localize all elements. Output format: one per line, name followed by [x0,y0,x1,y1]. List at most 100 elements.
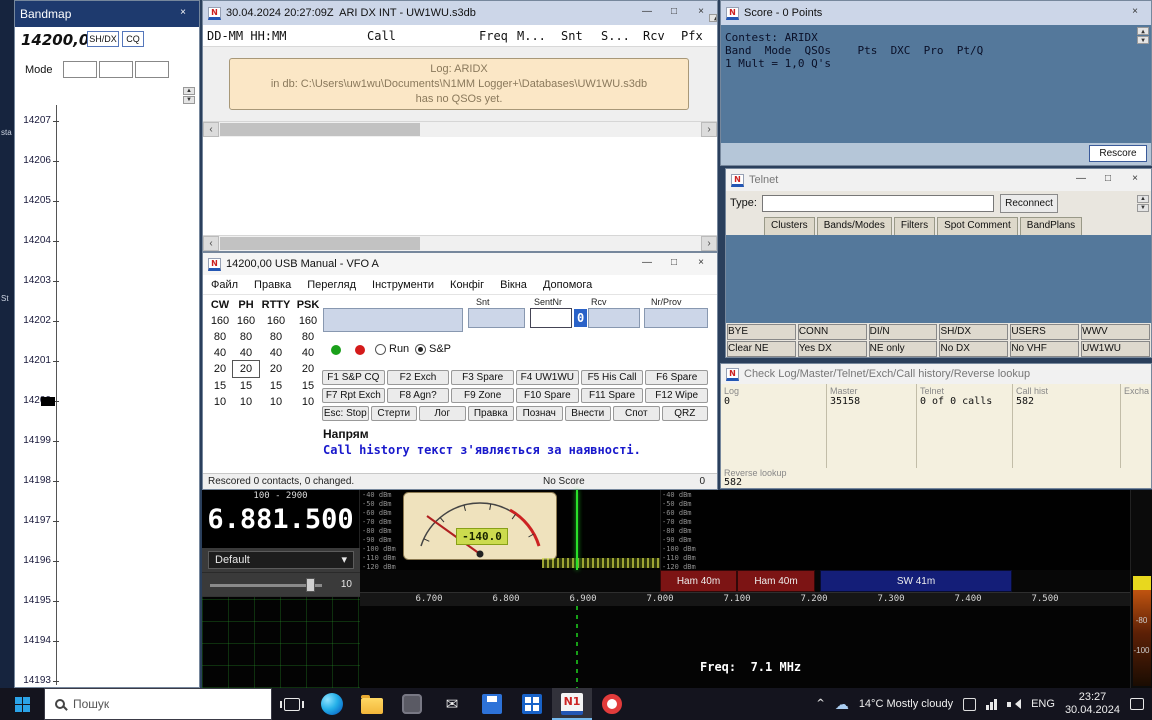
band-cell[interactable]: 160 [259,313,293,329]
run-radio[interactable]: Run [375,343,409,355]
ne-only-button[interactable]: NE only [869,341,938,357]
col-mode[interactable]: M... [513,29,557,43]
log-button[interactable]: Лог [419,406,466,421]
mode-box-2[interactable] [99,61,133,78]
col-freq[interactable]: Freq [475,29,513,43]
mark-button[interactable]: Познач [516,406,563,421]
taskbar-app-explorer[interactable] [352,688,392,720]
entry-titlebar[interactable]: 14200,00 USB Manual - VFO A — □ × [203,253,717,275]
f1-button[interactable]: F1 S&P CQ [322,370,385,385]
band-cell[interactable]: 160 [207,313,233,329]
band-cell[interactable]: 10 [293,394,323,410]
band-cell[interactable]: 10 [233,394,259,410]
score-spinner[interactable]: ▲ ▼ [1137,27,1149,44]
action-center-icon[interactable] [1130,698,1144,710]
spin-down-icon[interactable]: ▼ [1137,204,1149,212]
cq-button[interactable]: CQ [122,31,144,47]
tray-icon[interactable] [963,698,976,711]
spin-up-icon[interactable]: ▲ [1137,195,1149,203]
bye-button[interactable]: BYE [727,324,796,340]
taskbar-app-save[interactable] [472,688,512,720]
task-view-button[interactable] [272,688,312,720]
band-cell[interactable]: 160 [293,313,323,329]
band-cell-selected[interactable]: 20 [233,361,259,377]
menu-file[interactable]: Файл [203,279,246,291]
menu-config[interactable]: Конфіг [442,279,492,291]
telnet-output-area[interactable] [726,235,1151,323]
no-dx-button[interactable]: No DX [939,341,1008,357]
scope-display[interactable] [202,596,360,688]
taskbar-app-generic[interactable] [392,688,432,720]
nrprov-field[interactable] [644,308,708,328]
callsign-field[interactable] [323,308,463,332]
f8-button[interactable]: F8 Agn? [387,388,450,403]
band-cell[interactable]: 40 [207,345,233,361]
band-cell[interactable]: 80 [207,329,233,345]
volume-icon[interactable] [1007,698,1021,710]
f9-button[interactable]: F9 Zone [451,388,514,403]
bandmap-titlebar[interactable]: Bandmap × [15,1,199,27]
scroll-right-icon[interactable]: › [701,122,717,137]
frequency-display[interactable]: 6.881.500 [202,501,359,539]
band-cell[interactable]: 15 [259,378,293,394]
rescore-button[interactable]: Rescore [1089,145,1147,162]
tuning-cursor[interactable] [576,490,578,570]
spot-button[interactable]: Спот [613,406,660,421]
band-cell[interactable]: 160 [233,313,259,329]
qrz-button[interactable]: QRZ [662,406,709,421]
tab-bandplans[interactable]: BandPlans [1020,217,1082,235]
search-box[interactable]: Пошук [44,688,272,720]
snt-field[interactable] [468,308,525,328]
telnet-spinner[interactable]: ▲ ▼ [1137,195,1149,212]
wipe-button[interactable]: Стерти [371,406,418,421]
yes-dx-button[interactable]: Yes DX [798,341,867,357]
rcv-selected-value[interactable]: 0 [574,309,587,327]
tab-clusters[interactable]: Clusters [764,217,815,235]
menu-view[interactable]: Перегляд [299,279,364,291]
uw1wu-button[interactable]: UW1WU [1081,341,1150,357]
band-cell[interactable]: 10 [207,394,233,410]
log-hscrollbar[interactable]: ‹ › [203,121,717,137]
shdx-button[interactable]: SH/DX [939,324,1008,340]
band-cell[interactable]: 10 [259,394,293,410]
store-button[interactable]: Внести [565,406,612,421]
edit-button[interactable]: Правка [468,406,515,421]
band-cell[interactable]: 20 [259,361,293,377]
scroll-thumb[interactable] [220,237,420,250]
mode-box-3[interactable] [135,61,169,78]
spin-up-icon[interactable]: ▲ [1137,27,1149,35]
taskbar-app-opera[interactable] [592,688,632,720]
rcv-field[interactable] [588,308,640,328]
menu-edit[interactable]: Правка [246,279,299,291]
band-segment-ham40m-2[interactable]: Ham 40m [737,570,815,592]
band-segment-ham40m-1[interactable]: Ham 40m [660,570,737,592]
score-titlebar[interactable]: Score - 0 Points × [721,1,1151,25]
col-s[interactable]: S... [597,29,639,43]
spin-down-icon[interactable]: ▼ [1137,36,1149,44]
tab-filters[interactable]: Filters [894,217,935,235]
band-cell[interactable]: 15 [207,378,233,394]
col-datetime[interactable]: DD-MM HH:MM [203,29,363,43]
taskbar-app-edge[interactable] [312,688,352,720]
band-cell[interactable]: 80 [233,329,259,345]
docked-window-strip[interactable]: sta St [0,0,14,688]
menu-windows[interactable]: Вікна [492,279,535,291]
col-snt[interactable]: Snt [557,29,597,43]
close-icon[interactable]: × [1124,172,1146,188]
no-vhf-button[interactable]: No VHF [1010,341,1079,357]
minimize-icon[interactable]: — [636,5,658,21]
col-pfx[interactable]: Pfx [677,29,705,43]
start-button[interactable] [0,688,44,720]
spin-up-icon[interactable]: ▲ [183,87,195,95]
scroll-left-icon[interactable]: ‹ [203,122,219,137]
sentnr-field[interactable] [530,308,572,328]
band-cell[interactable]: 40 [293,345,323,361]
f7-button[interactable]: F7 Rpt Exch [322,388,385,403]
weather-text[interactable]: 14°C Mostly cloudy [859,698,953,710]
close-icon[interactable]: × [1124,5,1146,21]
col-call[interactable]: Call [363,29,475,43]
f2-button[interactable]: F2 Exch [387,370,450,385]
band-segment-sw41m[interactable]: SW 41m [820,570,1012,592]
band-cell[interactable]: 15 [293,378,323,394]
f5-button[interactable]: F5 His Call [581,370,644,385]
